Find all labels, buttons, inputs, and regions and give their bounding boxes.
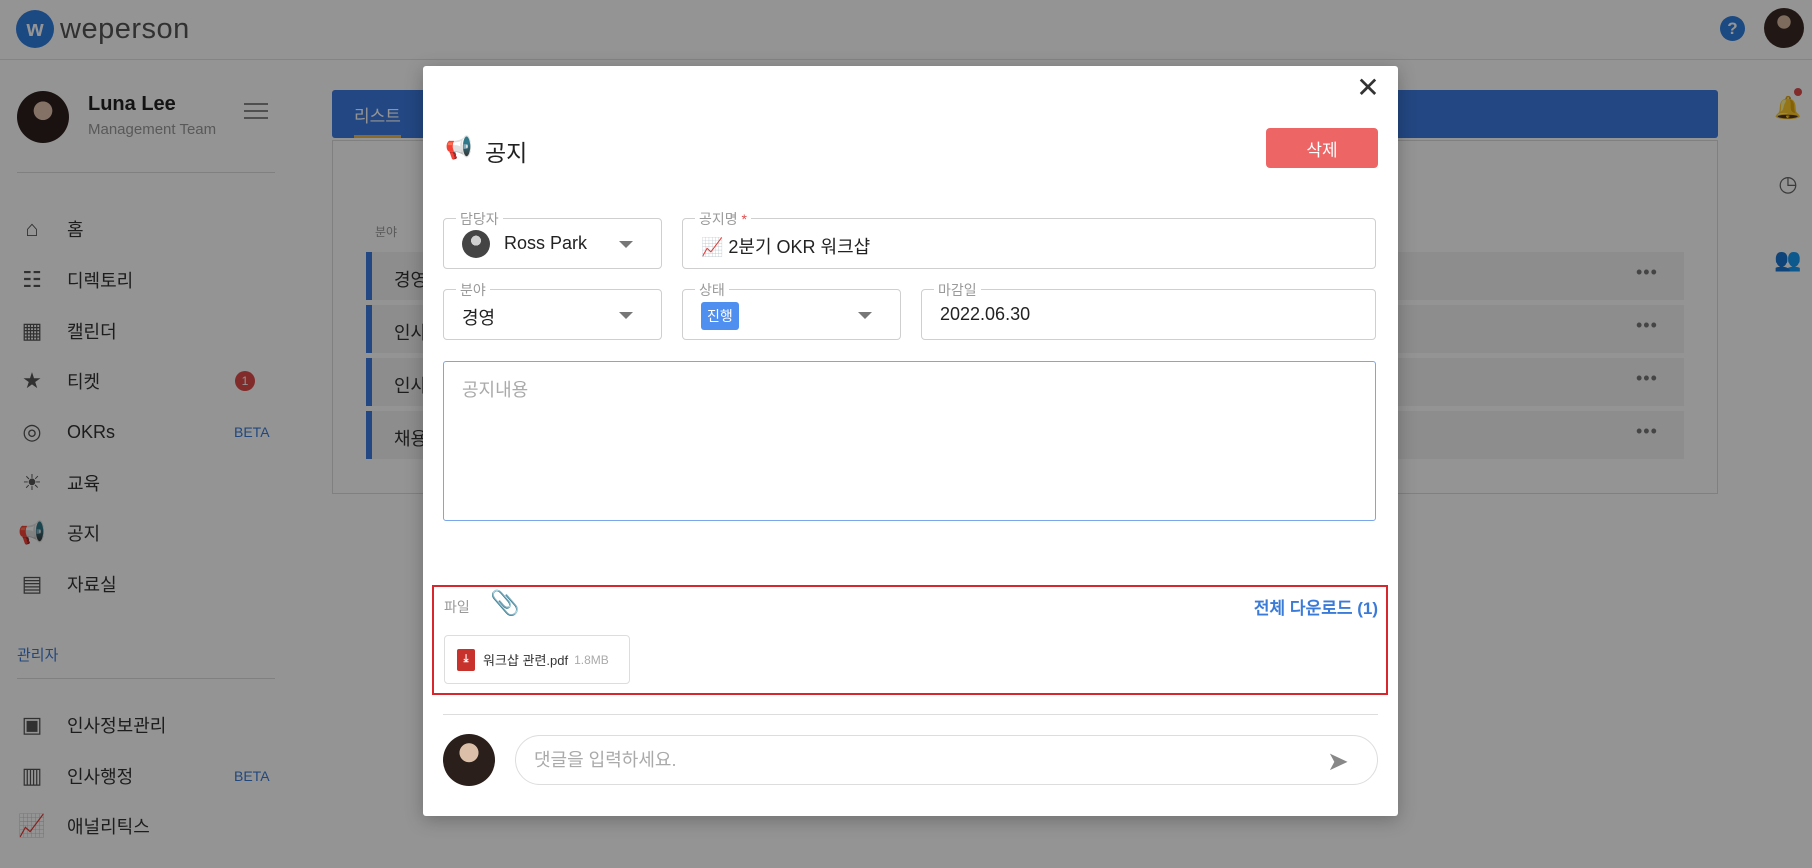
deadline-field[interactable]: 마감일 2022.06.30 <box>921 280 1376 340</box>
download-all-link[interactable]: 전체 다운로드 (1) <box>1254 594 1378 619</box>
chevron-down-icon <box>619 312 633 319</box>
status-select[interactable]: 상태 진행 <box>682 280 901 340</box>
assignee-value: Ross Park <box>504 233 588 253</box>
status-badge: 진행 <box>701 302 739 330</box>
notice-content-textarea[interactable] <box>443 361 1376 521</box>
megaphone-icon: 📢 <box>445 135 473 160</box>
required-mark: * <box>741 211 747 227</box>
category-value: 경영 <box>462 308 496 328</box>
send-icon[interactable]: ➤ <box>1327 746 1357 776</box>
chevron-down-icon <box>619 241 633 248</box>
modal-divider <box>443 714 1378 715</box>
notice-modal: ✕ 📢 공지 삭제 담당자 Ross Park 공지명 * 📈 2분기 OKR … <box>423 66 1398 816</box>
file-label: 파일 <box>444 599 470 615</box>
field-label: 마감일 <box>934 280 981 300</box>
field-label: 분야 <box>456 280 490 300</box>
delete-button[interactable]: 삭제 <box>1266 128 1378 168</box>
assignee-select[interactable]: 담당자 Ross Park <box>443 209 662 269</box>
category-select[interactable]: 분야 경영 <box>443 280 662 340</box>
field-label: 담당자 <box>456 209 503 229</box>
field-label-text: 공지명 <box>699 211 738 227</box>
file-name: 워크샵 관련.pdf <box>483 653 569 668</box>
close-icon[interactable]: ✕ <box>1354 74 1382 102</box>
paperclip-icon[interactable]: 📎 <box>490 589 520 618</box>
field-label: 상태 <box>695 280 729 300</box>
chevron-down-icon <box>858 312 872 319</box>
deadline-value: 2022.06.30 <box>940 304 1031 324</box>
modal-title: 공지 <box>485 140 528 166</box>
pdf-icon: ⤓ <box>457 648 475 671</box>
notice-name-value: 📈 2분기 OKR 워크샵 <box>701 237 871 257</box>
comment-input[interactable] <box>515 735 1378 785</box>
file-section: 파일 📎 전체 다운로드 (1) ⤓ 워크샵 관련.pdf 1.8MB <box>432 585 1388 695</box>
notice-name-field[interactable]: 공지명 * 📈 2분기 OKR 워크샵 <box>682 209 1376 269</box>
file-size: 1.8MB <box>574 652 609 667</box>
field-label: 공지명 * <box>695 209 751 229</box>
commenter-avatar <box>443 734 495 786</box>
file-attachment[interactable]: ⤓ 워크샵 관련.pdf 1.8MB <box>444 635 630 684</box>
assignee-avatar <box>462 230 490 258</box>
